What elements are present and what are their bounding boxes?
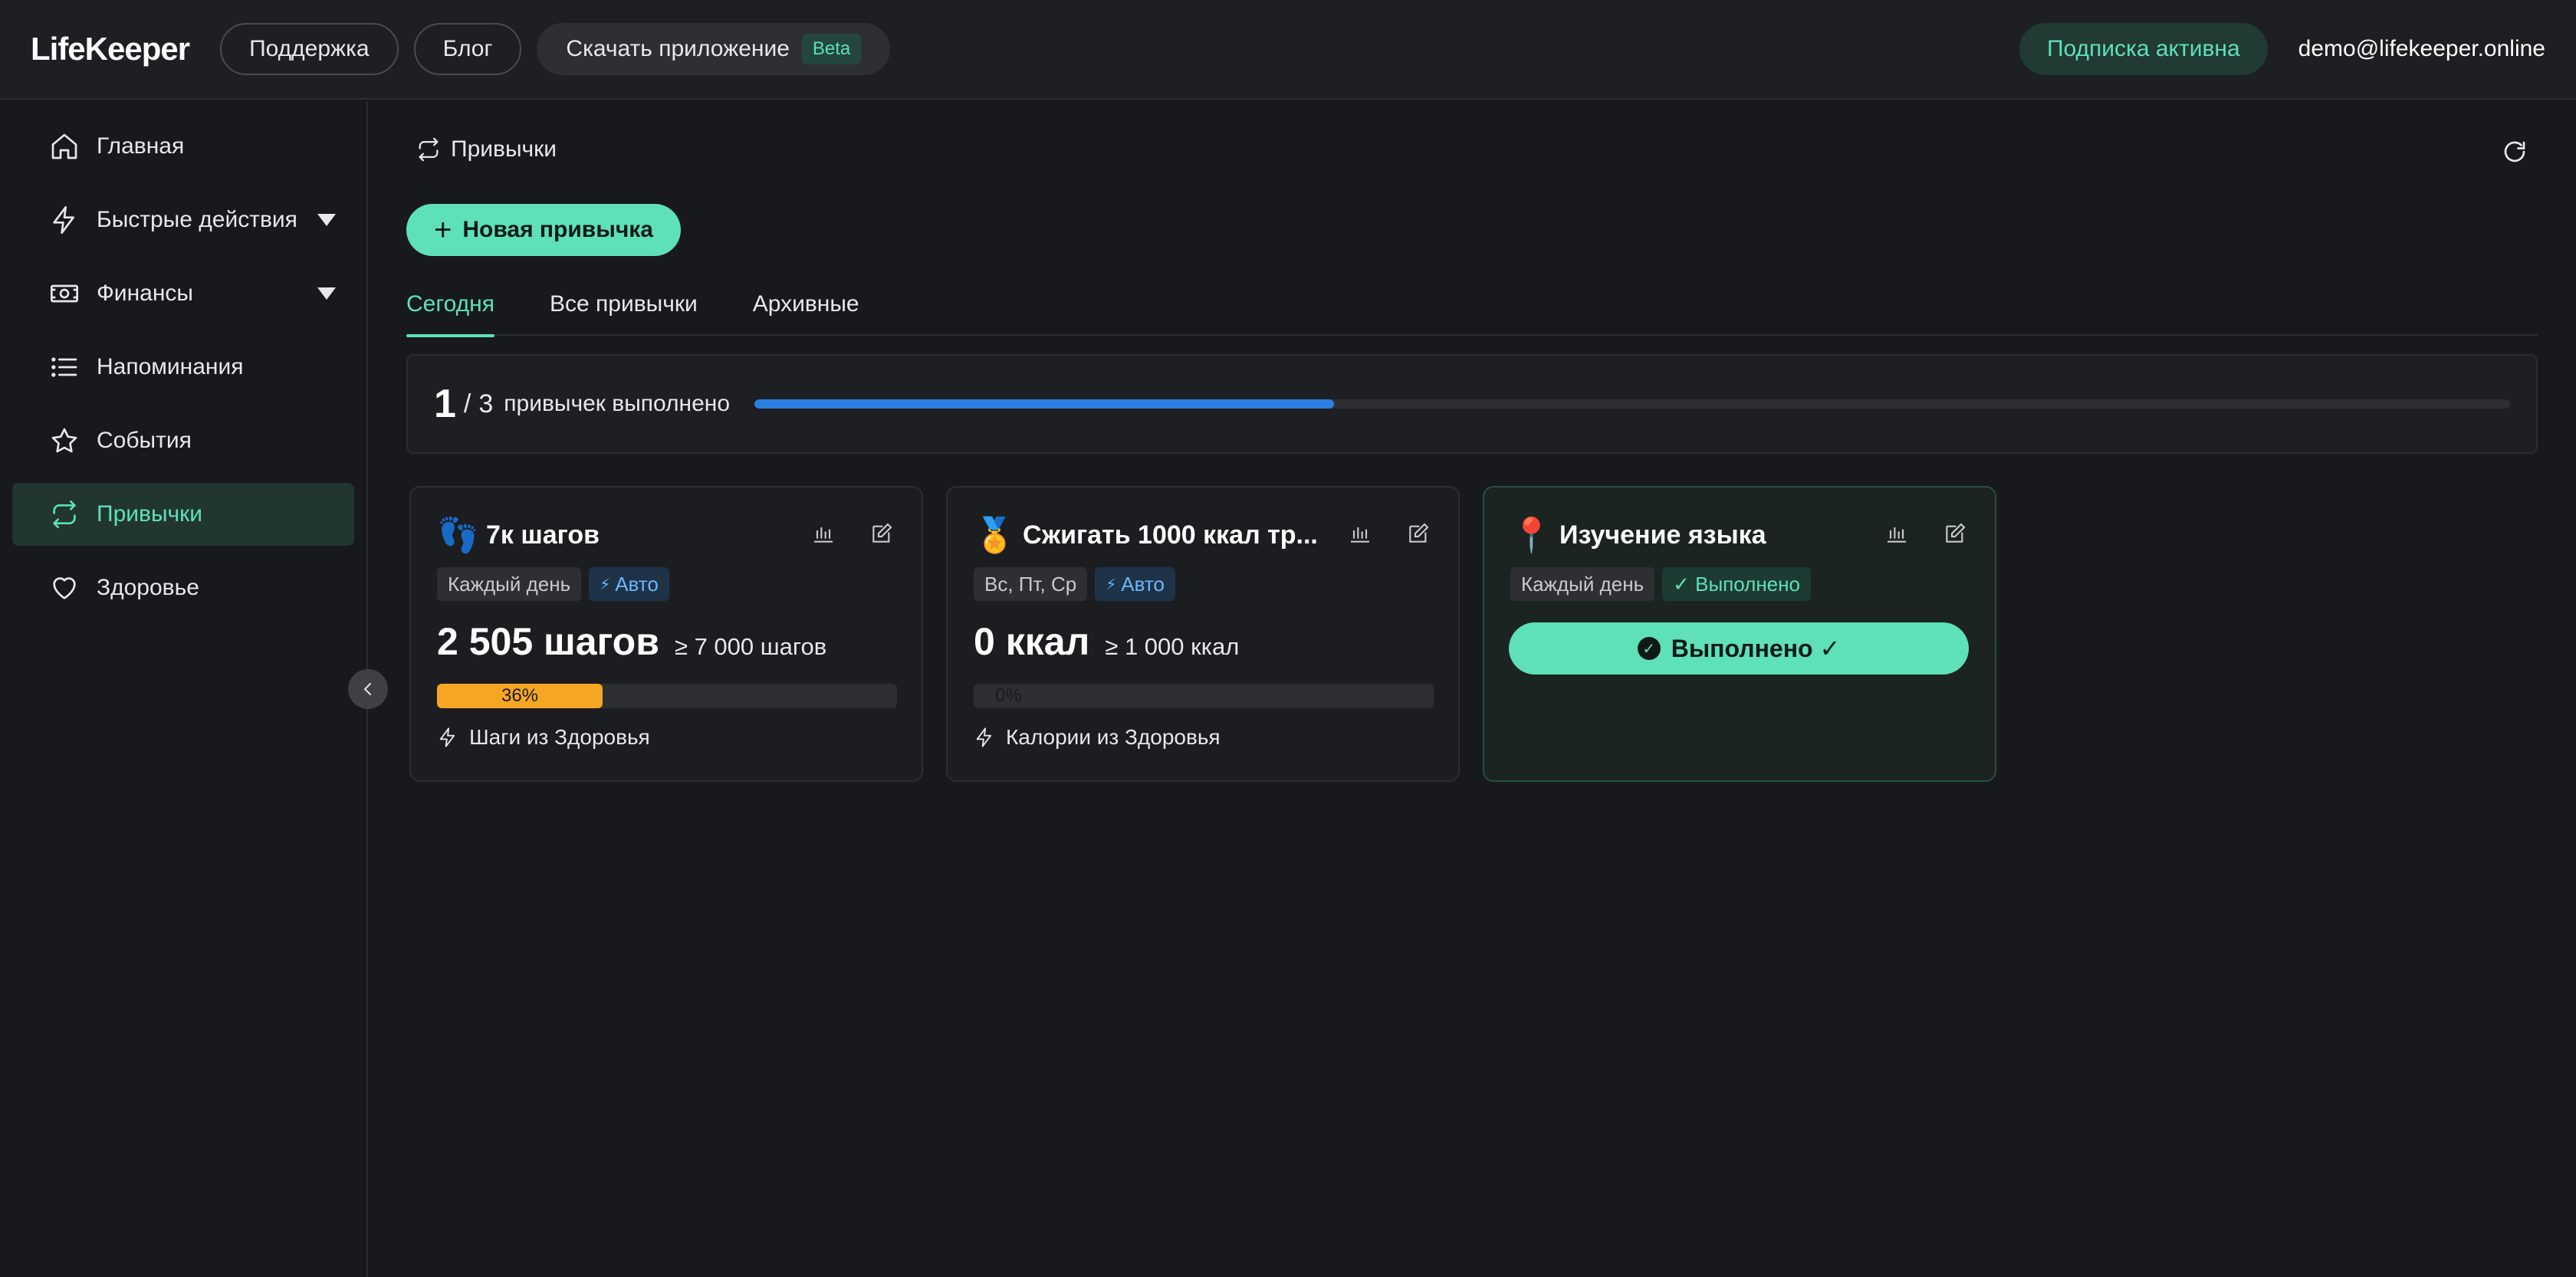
- sidebar-item-label: Привычки: [97, 501, 203, 527]
- edit-icon[interactable]: [869, 521, 894, 546]
- tab-all-habits[interactable]: Все привычки: [550, 285, 698, 336]
- lightning-icon: ⚡︎: [600, 576, 611, 593]
- user-email[interactable]: demo@lifekeeper.online: [2298, 36, 2545, 62]
- habit-title: Изучение языка: [1559, 520, 1766, 550]
- sidebar-item-home[interactable]: Главная: [12, 115, 354, 178]
- summary-separator: /: [463, 389, 472, 419]
- auto-tag-label: Авто: [1121, 572, 1165, 596]
- repeat-icon: [49, 499, 80, 530]
- sidebar-item-label: Здоровье: [97, 575, 199, 600]
- daily-summary: 1 / 3 привычек выполнено: [406, 354, 2538, 454]
- tab-today[interactable]: Сегодня: [406, 285, 495, 337]
- habit-title: Сжигать 1000 ккал тр...: [1023, 520, 1318, 550]
- page-title-text: Привычки: [451, 136, 557, 162]
- status-badge: ✓ Выполнено: [1662, 567, 1811, 601]
- sidebar-item-health[interactable]: Здоровье: [12, 556, 354, 619]
- habit-goal: ≥ 1 000 ккал: [1105, 633, 1240, 660]
- lightning-icon: ⚡︎: [1106, 576, 1117, 593]
- stats-icon[interactable]: [811, 521, 836, 546]
- habit-goal: ≥ 7 000 шагов: [674, 633, 827, 660]
- mark-done-label: Выполнено ✓: [1671, 635, 1841, 662]
- habit-source: Калории из Здоровья: [974, 725, 1221, 750]
- sidebar-item-quick-actions[interactable]: Быстрые действия: [12, 189, 354, 251]
- chevron-down-icon[interactable]: [317, 287, 336, 300]
- support-button[interactable]: Поддержка: [220, 23, 399, 75]
- beta-badge: Beta: [801, 34, 862, 64]
- habit-tabs: Сегодня Все привычки Архивные: [406, 285, 2538, 337]
- chevron-left-icon: [363, 683, 371, 695]
- repeat-icon: [419, 137, 439, 162]
- sidebar: Главная Быстрые действия Финансы Напомин…: [0, 101, 368, 1277]
- plus-icon: +: [434, 213, 452, 247]
- refresh-icon[interactable]: [2501, 138, 2528, 166]
- habit-card-calories[interactable]: 🏅 Сжигать 1000 ккал тр... Вс, Пт, Ср ⚡︎ …: [946, 486, 1460, 782]
- stats-icon[interactable]: [1348, 521, 1372, 546]
- stats-icon[interactable]: [1884, 521, 1909, 546]
- sidebar-item-reminders[interactable]: Напоминания: [12, 336, 354, 399]
- app-logo[interactable]: LifeKeeper: [31, 31, 190, 67]
- download-app-label: Скачать приложение: [566, 36, 790, 61]
- sidebar-item-events[interactable]: События: [12, 409, 354, 472]
- frequency-tag: Каждый день: [1510, 567, 1655, 601]
- summary-label: привычек выполнено: [504, 391, 731, 416]
- chevron-down-icon[interactable]: [317, 214, 336, 226]
- heart-icon: [49, 573, 80, 603]
- habit-source-label: Шаги из Здоровья: [469, 725, 650, 749]
- star-icon: [49, 425, 80, 456]
- mark-done-button[interactable]: ✓ Выполнено ✓: [1509, 622, 1969, 675]
- sidebar-item-label: Финансы: [97, 281, 193, 306]
- sidebar-item-finance[interactable]: Финансы: [12, 262, 354, 325]
- edit-icon[interactable]: [1943, 521, 1967, 546]
- page-title: Привычки: [416, 136, 557, 162]
- habit-source-label: Калории из Здоровья: [1006, 725, 1221, 749]
- edit-icon[interactable]: [1406, 521, 1431, 546]
- sidebar-item-label: Главная: [97, 133, 185, 159]
- auto-tag: ⚡︎ Авто: [589, 567, 669, 601]
- pin-icon: 📍: [1510, 517, 1552, 554]
- lightning-icon: [976, 727, 992, 747]
- new-habit-label: Новая привычка: [462, 217, 653, 242]
- header-right: Подписка активна demo@lifekeeper.online: [2019, 23, 2545, 75]
- lightning-icon: [439, 727, 455, 747]
- habit-card-language[interactable]: 📍 Изучение языка Каждый день ✓ Выполнено…: [1483, 486, 1996, 782]
- check-circle-icon: ✓: [1637, 637, 1661, 660]
- new-habit-button[interactable]: + Новая привычка: [406, 204, 681, 256]
- frequency-tag: Вс, Пт, Ср: [974, 567, 1088, 601]
- habit-title: 7к шагов: [486, 520, 600, 550]
- money-icon: [49, 278, 80, 309]
- home-icon: [49, 131, 80, 162]
- top-header: LifeKeeper Поддержка Блог Скачать прилож…: [0, 0, 2576, 100]
- sidebar-item-habits[interactable]: Привычки: [12, 483, 354, 546]
- subscription-status-button[interactable]: Подписка активна: [2019, 23, 2268, 75]
- tab-archived[interactable]: Архивные: [753, 285, 859, 336]
- collapse-sidebar-button[interactable]: [348, 669, 388, 709]
- medal-icon: 🏅: [974, 517, 1016, 554]
- habit-progress-label: 36%: [501, 685, 539, 706]
- sidebar-item-label: События: [97, 428, 192, 453]
- blog-button[interactable]: Блог: [413, 23, 522, 75]
- habit-card-steps[interactable]: 👣 7к шагов Каждый день ⚡︎ Авто 2 505 шаг…: [409, 486, 923, 782]
- download-app-button[interactable]: Скачать приложение Beta: [537, 23, 891, 75]
- auto-tag: ⚡︎ Авто: [1095, 567, 1175, 601]
- habit-current-value: 2 505 шагов: [437, 620, 659, 663]
- habit-progress-bar: 36%: [437, 684, 897, 708]
- footprints-icon: 👣: [437, 517, 479, 554]
- habit-source: Шаги из Здоровья: [437, 725, 650, 750]
- habit-progress-bar: 0%: [974, 684, 1434, 708]
- summary-progress-fill: [754, 399, 1334, 409]
- sidebar-item-label: Напоминания: [97, 354, 244, 379]
- habits-done-count: 1: [434, 382, 456, 426]
- list-icon: [49, 352, 80, 382]
- lightning-icon: [49, 205, 80, 235]
- main-content: Привычки + Новая привычка Сегодня Все пр…: [370, 101, 2576, 1277]
- habit-current-value: 0 ккал: [974, 620, 1090, 663]
- sidebar-item-label: Быстрые действия: [97, 207, 297, 232]
- habit-progress-label: 0%: [995, 685, 1022, 706]
- summary-progress-bar: [754, 399, 2510, 409]
- frequency-tag: Каждый день: [437, 567, 582, 601]
- auto-tag-label: Авто: [615, 572, 659, 596]
- habits-total-count: 3: [478, 389, 494, 419]
